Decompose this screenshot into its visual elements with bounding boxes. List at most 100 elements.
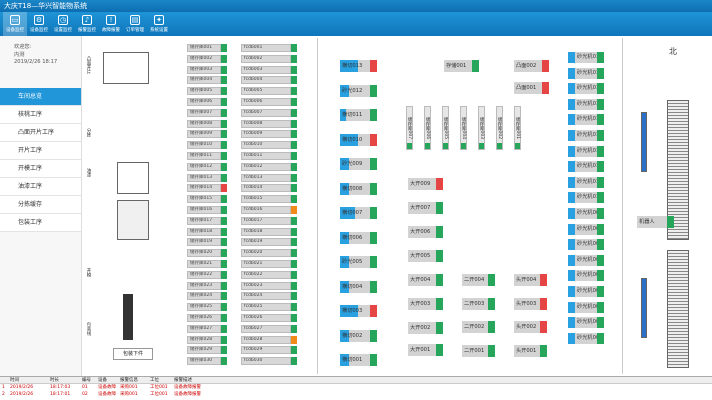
- storage-tag[interactable]: 储存库016: [187, 206, 227, 214]
- storage-tag[interactable]: 储存库001: [187, 44, 227, 52]
- buffer-tag[interactable]: fcdb026: [241, 314, 297, 322]
- storage-tag[interactable]: 储存库005: [187, 87, 227, 96]
- machine-left[interactable]: 横切008: [340, 182, 377, 195]
- toolbar-button-1[interactable]: ⚙ 设备监控: [27, 12, 51, 36]
- menu-item-1[interactable]: 核桃工序: [0, 106, 81, 124]
- machine-top[interactable]: 凸面001: [514, 82, 549, 94]
- storage-tag[interactable]: 储存库019: [187, 238, 227, 247]
- machine-left[interactable]: 横切011: [340, 109, 377, 121]
- vertical-store[interactable]: 储存库006: [424, 106, 431, 150]
- machine-left[interactable]: 横切003: [340, 305, 377, 317]
- buffer-tag[interactable]: fcdb028: [241, 335, 297, 344]
- vertical-store[interactable]: 储存库003: [478, 106, 485, 150]
- machine-mid2[interactable]: 二开003: [462, 297, 495, 310]
- sander[interactable]: 砂光机011: [568, 176, 604, 188]
- storage-tag[interactable]: 储存库024: [187, 292, 227, 301]
- buffer-tag[interactable]: fcdb018: [241, 227, 297, 236]
- buffer-tag[interactable]: fcdb002: [241, 54, 297, 63]
- storage-tag[interactable]: 储存库018: [187, 227, 227, 236]
- machine-mid[interactable]: 大开001: [408, 344, 443, 356]
- storage-tag[interactable]: 储存库023: [187, 281, 227, 290]
- buffer-tag[interactable]: fcdb014: [241, 184, 297, 193]
- storage-tag[interactable]: 储存库010: [187, 141, 227, 150]
- buffer-tag[interactable]: fcdb011: [241, 152, 297, 160]
- menu-item-0[interactable]: 车间总览: [0, 88, 81, 106]
- buffer-tag[interactable]: fcdb010: [241, 141, 297, 150]
- buffer-tag[interactable]: fcdb029: [241, 346, 297, 355]
- sander[interactable]: 砂光机004: [568, 286, 604, 297]
- buffer-tag[interactable]: fcdb021: [241, 260, 297, 268]
- menu-item-5[interactable]: 油漆工序: [0, 178, 81, 196]
- buffer-tag[interactable]: fcdb022: [241, 270, 297, 279]
- storage-tag[interactable]: 储存库009: [187, 130, 227, 139]
- buffer-tag[interactable]: fcdb025: [241, 303, 297, 312]
- storage-tag[interactable]: 储存库002: [187, 54, 227, 63]
- storage-tag[interactable]: 储存库030: [187, 357, 227, 366]
- machine-mid[interactable]: 大开007: [408, 202, 443, 214]
- sander[interactable]: 砂光机015: [568, 114, 604, 126]
- storage-tag[interactable]: 储存库011: [187, 152, 227, 160]
- sander[interactable]: 砂光机012: [568, 161, 604, 173]
- sander[interactable]: 砂光机018: [568, 67, 604, 79]
- menu-item-2[interactable]: 凸面开片工序: [0, 124, 81, 142]
- storage-tag[interactable]: 储存库013: [187, 173, 227, 182]
- storage-tag[interactable]: 储存库006: [187, 98, 227, 106]
- buffer-tag[interactable]: fcdb024: [241, 292, 297, 301]
- toolbar-button-0[interactable]: ▭ 设备监控: [3, 12, 27, 36]
- machine-mid[interactable]: 大开002: [408, 322, 443, 334]
- machine-left[interactable]: 横切002: [340, 329, 377, 342]
- menu-item-4[interactable]: 开模工序: [0, 160, 81, 178]
- machine-left[interactable]: 砂光005: [340, 256, 377, 268]
- sander[interactable]: 砂光机008: [568, 223, 604, 235]
- buffer-tag[interactable]: fcdb001: [241, 44, 297, 52]
- machine-left[interactable]: 横切013: [340, 60, 377, 72]
- sander[interactable]: 砂光机007: [568, 239, 604, 251]
- buffer-tag[interactable]: fcdb004: [241, 76, 297, 85]
- buffer-tag[interactable]: fcdb016: [241, 206, 297, 214]
- machine-mid[interactable]: 大开006: [408, 226, 443, 238]
- menu-item-7[interactable]: 包装工序: [0, 214, 81, 232]
- sander[interactable]: 砂光机017: [568, 83, 604, 95]
- storage-tag[interactable]: 储存库004: [187, 76, 227, 85]
- vertical-store[interactable]: 储存库007: [406, 106, 413, 150]
- machine-left[interactable]: 横切006: [340, 231, 377, 244]
- menu-item-3[interactable]: 开片工序: [0, 142, 81, 160]
- storage-tag[interactable]: 储存库017: [187, 216, 227, 225]
- storage-tag[interactable]: 储存库021: [187, 260, 227, 268]
- machine-top[interactable]: 存储001: [444, 60, 479, 72]
- buffer-tag[interactable]: fcdb017: [241, 216, 297, 225]
- machine-mid3[interactable]: 头开003: [514, 297, 547, 310]
- storage-tag[interactable]: 储存库007: [187, 108, 227, 117]
- buffer-tag[interactable]: fcdb013: [241, 173, 297, 182]
- machine-left[interactable]: 横切004: [340, 280, 377, 293]
- sander[interactable]: 砂光机009: [568, 208, 604, 219]
- buffer-tag[interactable]: fcdb019: [241, 238, 297, 247]
- storage-tag[interactable]: 储存库028: [187, 335, 227, 344]
- machine-mid2[interactable]: 二开001: [462, 344, 495, 357]
- sander[interactable]: 砂光机003: [568, 301, 604, 313]
- buffer-tag[interactable]: fcdb005: [241, 87, 297, 96]
- storage-tag[interactable]: 储存库014: [187, 184, 227, 193]
- toolbar-button-3[interactable]: ♪ 报警监控: [75, 12, 99, 36]
- buffer-tag[interactable]: fcdb012: [241, 162, 297, 171]
- buffer-tag[interactable]: fcdb023: [241, 281, 297, 290]
- storage-tag[interactable]: 储存库012: [187, 162, 227, 171]
- storage-tag[interactable]: 储存库003: [187, 65, 227, 74]
- machine-mid[interactable]: 大开004: [408, 274, 443, 286]
- buffer-tag[interactable]: fcdb008: [241, 119, 297, 128]
- machine-mid3[interactable]: 头开004: [514, 274, 547, 286]
- alarm-row[interactable]: 2 2019/2/26 18:17:01 02 设备故障 采购001 工位001 设备故障报警: [0, 391, 712, 398]
- toolbar-button-2[interactable]: ◷ 设置监控: [51, 12, 75, 36]
- alarm-row[interactable]: 1 2019/2/26 18:17:03 01 设备故障 采购001 工位001 设备故障报警: [0, 384, 712, 391]
- buffer-tag[interactable]: fcdb015: [241, 195, 297, 204]
- storage-tag[interactable]: 储存库026: [187, 314, 227, 322]
- machine-left[interactable]: 横切007: [340, 207, 377, 219]
- machine-top[interactable]: 凸面002: [514, 60, 549, 72]
- sander[interactable]: 砂光机002: [568, 317, 604, 329]
- machine-mid3[interactable]: 头开001: [514, 344, 547, 357]
- storage-tag[interactable]: 储存库027: [187, 324, 227, 333]
- machine-mid[interactable]: 大开005: [408, 250, 443, 262]
- buffer-tag[interactable]: fcdb003: [241, 65, 297, 74]
- buffer-tag[interactable]: fcdb027: [241, 324, 297, 333]
- storage-tag[interactable]: 储存库020: [187, 249, 227, 258]
